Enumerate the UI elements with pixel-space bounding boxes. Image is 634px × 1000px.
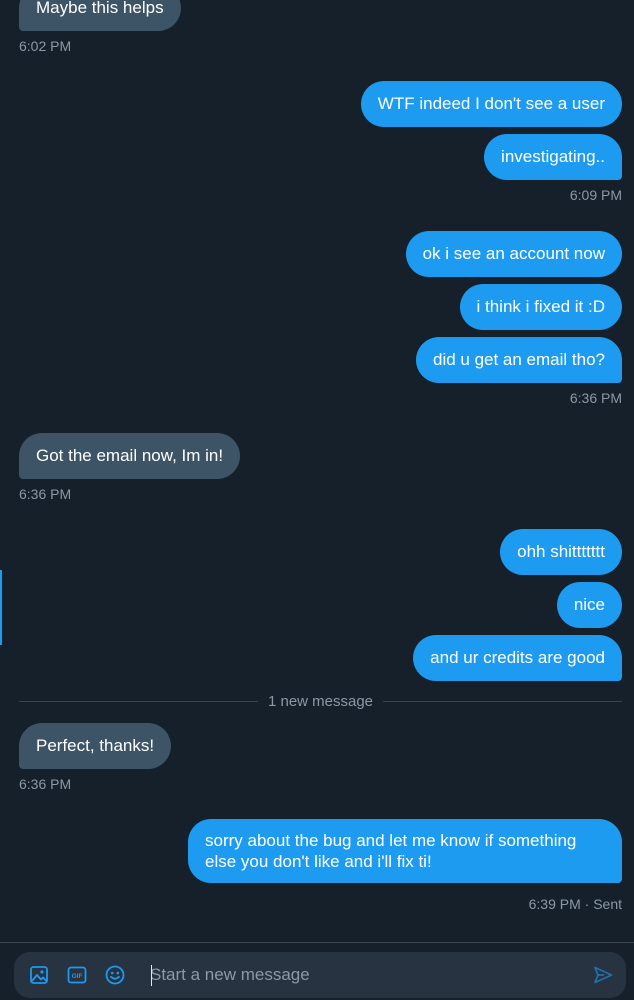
message-text: ohh shittttttt [517,542,605,561]
message-bubble-outgoing[interactable]: sorry about the bug and let me know if s… [188,819,622,883]
message-text: nice [573,595,605,614]
message-input[interactable] [150,960,570,990]
message-bubble-outgoing[interactable]: nice [556,582,622,628]
focus-indicator [0,570,2,645]
emoji-icon[interactable] [104,964,126,986]
message-text: Perfect, thanks! [36,736,155,755]
message-status-timestamp: 6:39 PM · Sent [528,896,622,912]
message-text: investigating.. [501,147,605,166]
message-text: Got the email now, Im in! [36,446,224,465]
message-bubble-incoming[interactable]: Maybe this helps [19,0,181,31]
message-text: and ur credits are good [430,648,605,667]
new-message-divider: 1 new message [19,690,622,712]
send-icon[interactable] [592,964,614,986]
message-bubble-outgoing[interactable]: i think i fixed it :D [459,284,622,330]
message-timestamp: 6:09 PM [569,187,622,203]
message-bubble-incoming[interactable]: Perfect, thanks! [19,723,172,769]
message-bubble-outgoing[interactable]: ohh shittttttt [500,529,622,575]
message-text: sorry about the bug and let me know if s… [205,831,577,871]
message-text: did u get an email tho? [432,350,605,369]
message-timestamp: 6:36 PM [19,486,72,502]
message-timestamp: 6:36 PM [569,390,622,406]
message-text: ok i see an account now [422,244,605,263]
message-bubble-outgoing[interactable]: did u get an email tho? [415,337,622,383]
divider-label: 1 new message [267,692,374,710]
message-bubble-outgoing[interactable]: investigating.. [484,134,622,180]
message-text: WTF indeed I don't see a user [377,94,605,113]
message-composer: GIF [14,952,626,998]
message-bubble-incoming[interactable]: Got the email now, Im in! [19,433,241,479]
message-timestamp: 6:36 PM [19,776,72,792]
message-timestamp: 6:02 PM [19,38,72,54]
text-cursor [151,965,152,986]
image-icon[interactable] [28,964,50,986]
divider-line [19,700,258,702]
message-bubble-outgoing[interactable]: ok i see an account now [405,231,622,277]
message-bubble-outgoing[interactable]: WTF indeed I don't see a user [360,81,622,127]
gif-icon[interactable]: GIF [66,964,88,986]
message-text: i think i fixed it :D [476,297,606,316]
divider-line [383,700,622,702]
composer-bar: GIF [0,942,634,1000]
message-bubble-outgoing[interactable]: and ur credits are good [413,635,622,681]
dm-conversation: Maybe this helps 6:02 PM WTF indeed I do… [0,0,634,1000]
message-text: Maybe this helps [36,0,164,17]
svg-text:GIF: GIF [72,973,83,980]
